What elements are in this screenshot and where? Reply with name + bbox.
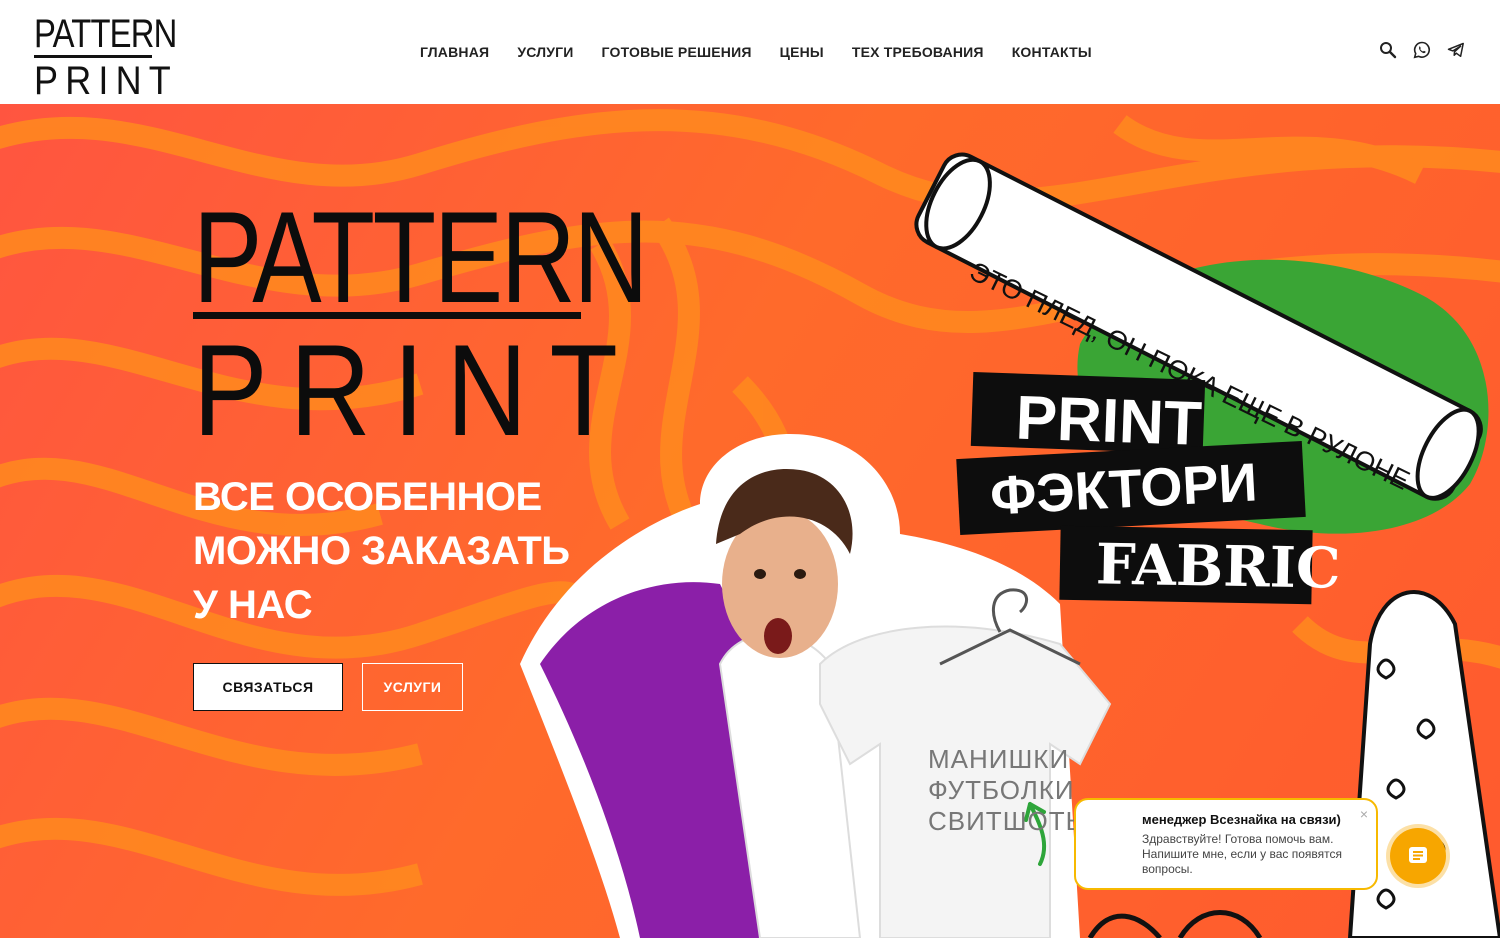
header-logo-line1: PATTERN [34, 12, 177, 56]
main-nav: ГЛАВНАЯ УСЛУГИ ГОТОВЫЕ РЕШЕНИЯ ЦЕНЫ ТЕХ … [420, 44, 1092, 60]
nav-item-home[interactable]: ГЛАВНАЯ [420, 44, 489, 60]
nav-item-contacts[interactable]: КОНТАКТЫ [1012, 44, 1092, 60]
header-logo-line2: PRINT [34, 59, 178, 103]
chat-message: Здравствуйте! Готова помочь вам. Напишит… [1142, 832, 1343, 876]
contact-button[interactable]: СВЯЗАТЬСЯ [193, 663, 343, 711]
hero-logo: PATTERN PRINT [193, 192, 759, 455]
header-icons [1378, 40, 1466, 60]
whatsapp-icon[interactable] [1412, 40, 1432, 60]
nav-item-tech-requirements[interactable]: ТЕХ ТРЕБОВАНИЯ [852, 44, 984, 60]
chat-title: менеджер Всезнайка на связи) [1142, 812, 1341, 827]
chat-close-icon[interactable]: × [1360, 806, 1368, 822]
nav-item-ready-solutions[interactable]: ГОТОВЫЕ РЕШЕНИЯ [602, 44, 752, 60]
hero-logo-line1: PATTERN [193, 184, 649, 330]
sticker-print: PRINT [970, 371, 1206, 459]
t-shirt-print-text: МАНИШКИ ФУТБОЛКИ СВИТШОТЫ [928, 744, 1090, 837]
tagline-line-3: У НАС [193, 583, 313, 627]
tagline-line-1: ВСЕ ОСОБЕННОЕ [193, 475, 542, 519]
hero-logo-line2: PRINT [193, 317, 641, 463]
services-button[interactable]: УСЛУГИ [362, 663, 463, 711]
shirt-line-1: МАНИШКИ [928, 744, 1070, 774]
header-logo[interactable]: PATTERN PRINT [34, 12, 178, 103]
shirt-line-3: СВИТШОТЫ [928, 806, 1090, 836]
search-icon[interactable] [1378, 40, 1398, 60]
sticker-fabric: FABRIC [1059, 525, 1341, 605]
chat-icon [1409, 847, 1427, 863]
telegram-icon[interactable] [1446, 40, 1466, 60]
chat-launcher-button[interactable] [1390, 828, 1446, 884]
tagline-line-2: МОЖНО ЗАКАЗАТЬ [193, 529, 570, 573]
chat-popup[interactable]: × менеджер Всезнайка на связи) Здравству… [1074, 798, 1378, 890]
shirt-line-2: ФУТБОЛКИ [928, 775, 1075, 805]
hero-tagline: ВСЕ ОСОБЕННОЕ МОЖНО ЗАКАЗАТЬ У НАС [193, 470, 613, 632]
nav-item-prices[interactable]: ЦЕНЫ [780, 44, 824, 60]
nav-item-services[interactable]: УСЛУГИ [517, 44, 573, 60]
site-header: PATTERN PRINT ГЛАВНАЯ УСЛУГИ ГОТОВЫЕ РЕШ… [0, 0, 1500, 104]
